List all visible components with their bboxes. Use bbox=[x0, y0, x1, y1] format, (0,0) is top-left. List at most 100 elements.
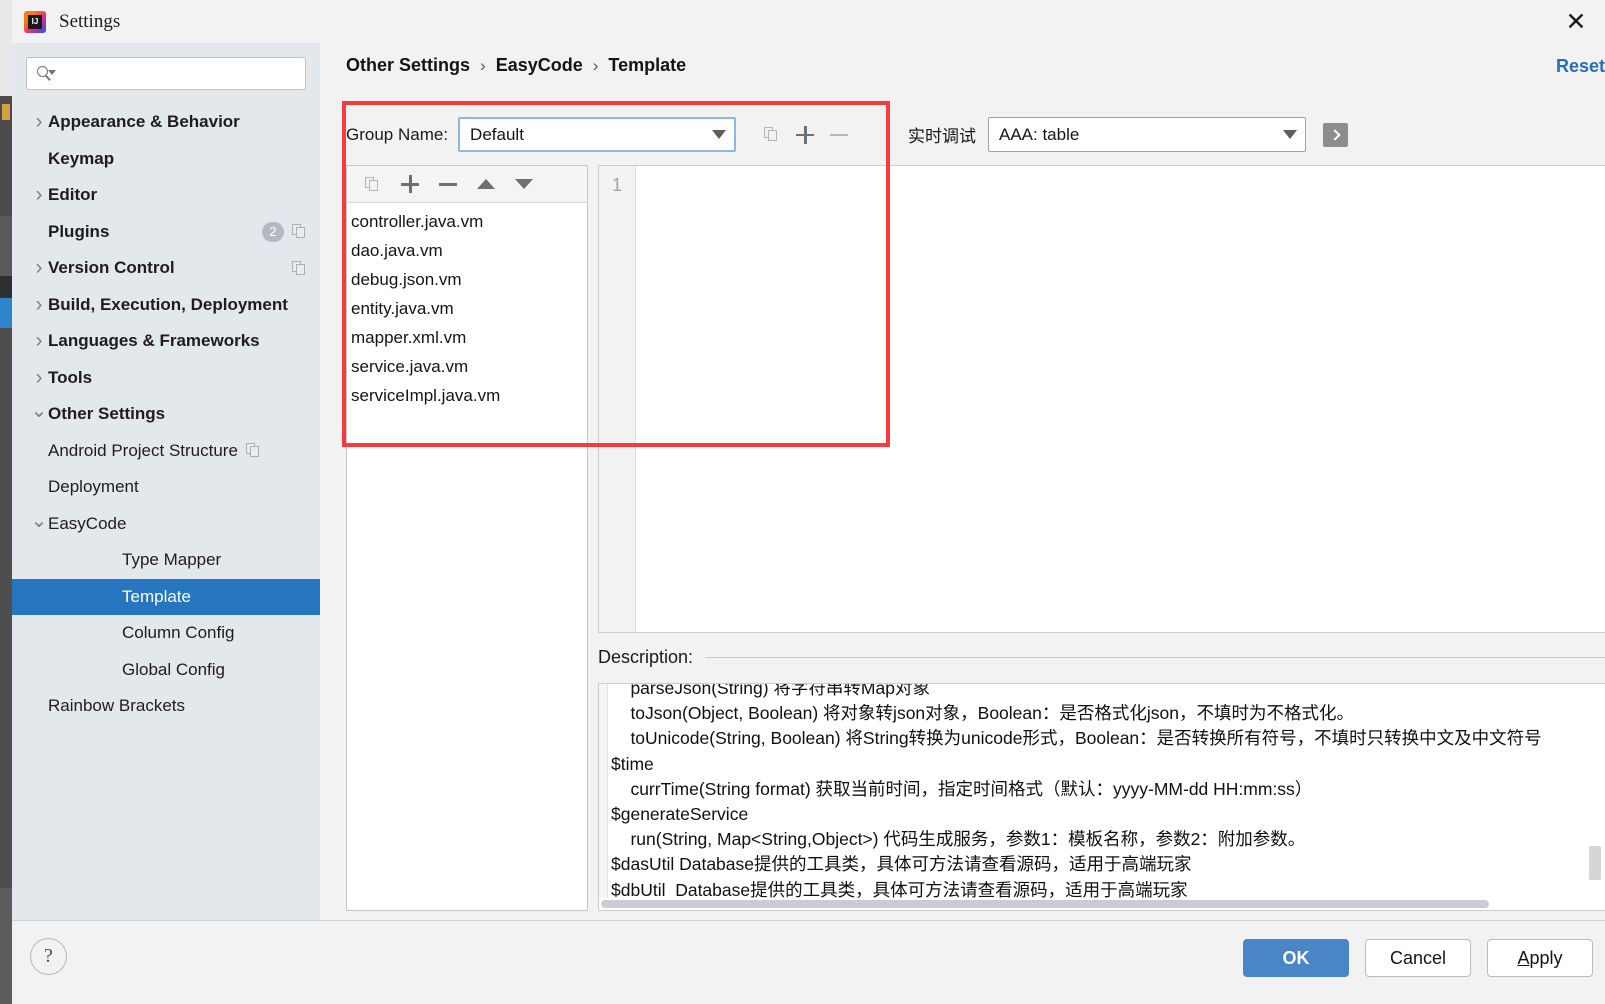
list-item[interactable]: entity.java.vm bbox=[347, 294, 587, 323]
sidebar-item-keymap[interactable]: Keymap bbox=[12, 141, 320, 178]
minus-icon bbox=[439, 175, 457, 193]
sidebar-item-label: Plugins bbox=[48, 221, 110, 241]
group-remove-button[interactable] bbox=[822, 119, 856, 151]
editor-gutter: 1 bbox=[599, 166, 636, 632]
list-item[interactable]: debug.json.vm bbox=[347, 265, 587, 294]
close-icon[interactable]: ✕ bbox=[1561, 8, 1591, 36]
group-add-button[interactable] bbox=[788, 119, 822, 151]
chevron-right-icon[interactable]: › bbox=[30, 183, 48, 207]
list-item[interactable]: serviceImpl.java.vm bbox=[347, 381, 587, 410]
description-label: Description: bbox=[598, 647, 694, 667]
live-debug-select[interactable]: AAA: table bbox=[988, 117, 1306, 152]
sidebar-item-column-config[interactable]: Column Config bbox=[12, 615, 320, 652]
dialog-footer: ? OK Cancel Apply bbox=[12, 920, 1605, 1004]
sidebar-item-rainbow-brackets[interactable]: Rainbow Brackets bbox=[12, 688, 320, 725]
scrollbar-thumb[interactable] bbox=[601, 900, 1489, 908]
chevron-right-icon[interactable]: › bbox=[30, 110, 48, 134]
editor-text-area[interactable] bbox=[637, 166, 1605, 632]
search-icon bbox=[37, 65, 56, 82]
chevron-right-icon[interactable]: › bbox=[30, 366, 48, 390]
cancel-button[interactable]: Cancel bbox=[1365, 939, 1471, 977]
help-button[interactable]: ? bbox=[30, 938, 67, 975]
sidebar-item-global-config[interactable]: Global Config bbox=[12, 652, 320, 689]
sidebar-item-editor[interactable]: › Editor bbox=[12, 177, 320, 214]
settings-sidebar: › Appearance & Behavior Keymap › Editor Plugi… bbox=[12, 43, 320, 920]
sidebar-item-label: Tools bbox=[48, 367, 93, 387]
file-list-items: controller.java.vm dao.java.vm debug.json.… bbox=[347, 203, 587, 410]
file-list-toolbar bbox=[347, 166, 587, 203]
description-text: parseJson(String) 将字符串转Map对象 toJson(Obje… bbox=[611, 683, 1542, 900]
file-move-up-button[interactable] bbox=[469, 168, 503, 200]
intellij-logo-text: IJ bbox=[28, 14, 42, 29]
copy-icon[interactable] bbox=[292, 260, 306, 276]
arrow-up-icon bbox=[477, 179, 495, 189]
template-editor[interactable]: 1 bbox=[598, 165, 1605, 633]
breadcrumb-item[interactable]: Other Settings bbox=[346, 55, 470, 76]
chevron-right-icon[interactable]: › bbox=[30, 256, 48, 280]
sidebar-item-plugins[interactable]: Plugins 2 bbox=[12, 214, 320, 251]
sidebar-item-languages-frameworks[interactable]: › Languages & Frameworks bbox=[12, 323, 320, 360]
ok-button[interactable]: OK bbox=[1243, 939, 1349, 977]
group-copy-button[interactable] bbox=[754, 119, 788, 151]
sidebar-item-easycode[interactable]: ⌄ EasyCode bbox=[12, 506, 320, 543]
description-panel[interactable]: parseJson(String) 将字符串转Map对象 toJson(Obje… bbox=[598, 683, 1605, 911]
copy-icon bbox=[365, 176, 379, 192]
sidebar-item-label: EasyCode bbox=[48, 513, 127, 533]
sidebar-item-label: Column Config bbox=[122, 623, 235, 643]
sidebar-item-template[interactable]: Template bbox=[12, 578, 320, 615]
chevron-down-icon[interactable]: ⌄ bbox=[30, 398, 48, 423]
file-copy-button[interactable] bbox=[355, 168, 389, 200]
breadcrumb-item[interactable]: EasyCode bbox=[496, 55, 583, 76]
minus-icon bbox=[830, 126, 849, 144]
file-remove-button[interactable] bbox=[431, 168, 465, 200]
settings-main-panel: Other Settings › EasyCode › Template Reset G… bbox=[320, 43, 1605, 920]
list-item[interactable]: service.java.vm bbox=[347, 352, 587, 381]
copy-icon[interactable] bbox=[292, 224, 306, 239]
description-vertical-scrollbar[interactable] bbox=[1589, 846, 1601, 880]
intellij-logo-icon: IJ bbox=[24, 10, 46, 33]
plugins-update-badge: 2 bbox=[262, 221, 284, 242]
chevron-right-icon[interactable]: › bbox=[30, 329, 48, 353]
run-icon[interactable] bbox=[1323, 122, 1348, 147]
chevron-down-icon[interactable]: ⌄ bbox=[30, 508, 48, 533]
group-name-value: Default bbox=[470, 124, 524, 144]
plus-icon bbox=[796, 125, 815, 144]
sidebar-item-android-project-structure[interactable]: Android Project Structure bbox=[12, 433, 320, 470]
copy-icon[interactable] bbox=[245, 443, 260, 458]
reset-link[interactable]: Reset bbox=[1556, 56, 1605, 77]
sidebar-item-build-execution-deployment[interactable]: › Build, Execution, Deployment bbox=[12, 287, 320, 324]
breadcrumb-item[interactable]: Template bbox=[608, 55, 686, 76]
description-horizontal-scrollbar[interactable] bbox=[599, 898, 1605, 910]
file-move-down-button[interactable] bbox=[507, 168, 541, 200]
list-item[interactable]: dao.java.vm bbox=[347, 236, 587, 265]
breadcrumb-separator: › bbox=[480, 55, 486, 75]
sidebar-item-label: Languages & Frameworks bbox=[48, 331, 260, 351]
sidebar-item-version-control[interactable]: › Version Control bbox=[12, 250, 320, 287]
sidebar-item-deployment[interactable]: Deployment bbox=[12, 469, 320, 506]
sidebar-item-label: Android Project Structure bbox=[48, 440, 238, 460]
live-debug-label: 实时调试 bbox=[908, 127, 976, 146]
sidebar-item-tools[interactable]: › Tools bbox=[12, 360, 320, 397]
apply-button[interactable]: Apply bbox=[1487, 939, 1593, 977]
live-debug-row: 实时调试 AAA: table bbox=[908, 117, 1348, 152]
file-add-button[interactable] bbox=[393, 168, 427, 200]
list-item[interactable]: mapper.xml.vm bbox=[347, 323, 587, 352]
chevron-down-icon bbox=[712, 130, 727, 139]
description-divider bbox=[705, 657, 1605, 658]
sidebar-item-appearance-behavior[interactable]: › Appearance & Behavior bbox=[12, 104, 320, 141]
description-left-margin bbox=[599, 684, 608, 910]
footer-button-row: OK Cancel Apply bbox=[1243, 939, 1593, 977]
group-name-select[interactable]: Default bbox=[458, 117, 737, 152]
list-item[interactable]: controller.java.vm bbox=[347, 207, 587, 236]
search-area bbox=[12, 43, 320, 90]
search-input[interactable] bbox=[26, 57, 306, 90]
live-debug-value: AAA: table bbox=[999, 124, 1080, 144]
chevron-down-icon bbox=[1283, 130, 1297, 139]
sidebar-item-label: Other Settings bbox=[48, 404, 166, 424]
editor-line-number: 1 bbox=[611, 175, 622, 195]
dialog-title-bar: IJ Settings ✕ bbox=[12, 0, 1605, 43]
chevron-right-icon[interactable]: › bbox=[30, 293, 48, 317]
sidebar-item-other-settings[interactable]: ⌄ Other Settings bbox=[12, 396, 320, 433]
sidebar-item-type-mapper[interactable]: Type Mapper bbox=[12, 542, 320, 579]
settings-tree: › Appearance & Behavior Keymap › Editor Plugi… bbox=[12, 104, 320, 725]
